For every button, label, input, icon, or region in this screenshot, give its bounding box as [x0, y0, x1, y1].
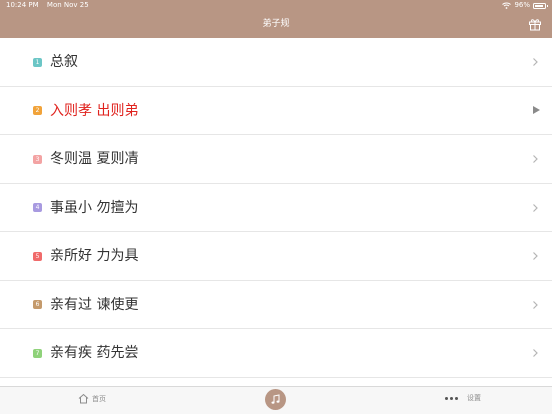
chapter-number-badge: 1	[33, 57, 42, 67]
page-title: 弟子规	[262, 19, 290, 29]
chevron-right-icon	[533, 252, 538, 260]
chevron-right-icon	[533, 58, 538, 66]
status-time: 10:24 PM	[6, 1, 39, 9]
chapter-row-5[interactable]: 5 亲所好 力为具	[0, 232, 552, 281]
battery-percent: 96%	[514, 1, 530, 9]
chapter-row-3[interactable]: 3 冬则温 夏则凊	[0, 135, 552, 184]
music-player-button[interactable]	[265, 389, 286, 410]
chevron-right-icon	[533, 203, 538, 212]
chapter-number-badge: 6	[33, 300, 42, 309]
more-dots-icon	[445, 396, 458, 400]
wifi-icon	[502, 2, 512, 9]
chapter-number-badge: 4	[33, 203, 42, 212]
chapter-number-badge: 3	[33, 154, 42, 164]
navigation-header: 10:24 PM Mon Nov 25 96% 弟子规	[0, 0, 552, 38]
chapter-row-7[interactable]: 7 亲有疾 药先尝	[0, 329, 552, 378]
tab-home[interactable]: 首页	[78, 393, 106, 404]
chapter-row-2[interactable]: 2 入则孝 出则弟	[0, 86, 552, 135]
battery-icon	[533, 2, 548, 9]
chapter-row-6[interactable]: 6 亲有过 谏使更	[0, 280, 552, 329]
status-date: Mon Nov 25	[46, 1, 89, 9]
chapter-title: 事虽小 勿擅为	[50, 199, 139, 216]
gift-icon[interactable]	[528, 17, 542, 31]
chapter-title: 入则孝 出则弟	[50, 102, 139, 119]
home-icon	[78, 393, 89, 404]
tab-home-label: 首页	[92, 394, 106, 403]
chapter-title: 亲有过 谏使更	[50, 296, 139, 313]
chevron-right-icon	[533, 155, 538, 163]
chapter-number-badge: 7	[33, 348, 42, 358]
chapter-title: 冬则温 夏则凊	[50, 151, 139, 167]
chevron-right-icon	[533, 300, 538, 309]
tab-settings[interactable]: 设置	[445, 393, 481, 403]
music-note-icon	[271, 394, 280, 404]
tab-settings-label: 设置	[467, 394, 481, 402]
chapter-row-1[interactable]: 1 总叙	[0, 38, 552, 87]
playing-indicator-icon	[533, 106, 540, 114]
chapter-number-badge: 5	[33, 251, 42, 261]
chapter-title: 亲有疾 药先尝	[50, 345, 139, 361]
status-bar: 10:24 PM Mon Nov 25 96%	[0, 0, 552, 11]
chevron-right-icon	[533, 349, 538, 357]
chapter-row-4[interactable]: 4 事虽小 勿擅为	[0, 183, 552, 232]
chapter-title: 亲所好 力为具	[50, 248, 139, 264]
chapter-title: 总叙	[50, 54, 78, 70]
chapter-list: 1 总叙 2 入则孝 出则弟 3 冬则温 夏则凊 4 事虽小 勿擅为 5 亲所好…	[0, 38, 552, 378]
chapter-number-badge: 2	[33, 106, 42, 115]
